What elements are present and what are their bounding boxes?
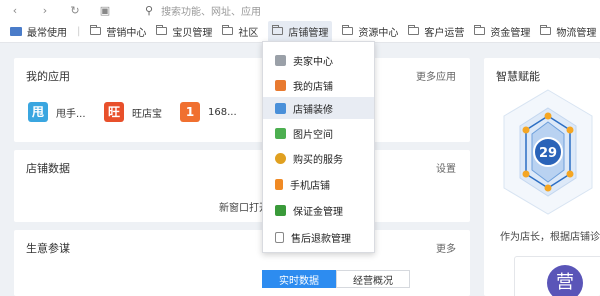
shop-score-radar: 29 [503,89,593,215]
folder-icon [342,25,354,35]
folder-icon [408,25,420,35]
menu-item-my-shop[interactable]: 我的店铺 [263,74,374,96]
business-more-link[interactable]: 更多 [436,240,456,255]
shop-data-title: 店铺数据 [26,162,70,175]
search-placeholder: 搜索功能、网址、应用 [161,6,262,18]
menu-item-seller-center[interactable]: 卖家中心 [263,49,374,71]
bookmark-logistics-management[interactable]: 物流管理 [540,24,596,39]
app-label: 168... [208,106,237,118]
menu-item-image-space[interactable]: 图片空间 [263,122,374,144]
folder-icon [90,25,102,35]
bookmark-item-management[interactable]: 宝贝管理 [156,24,212,39]
radar-point [566,170,574,178]
search-icon: ⚲ [145,3,154,17]
tab-realtime-data[interactable]: 实时数据 [262,270,336,288]
more-apps-link[interactable]: 更多应用 [416,68,456,83]
shop-data-card: 店铺数据 设置 新窗口打开 [14,150,470,222]
forward-arrow-icon[interactable]: › [30,4,60,17]
refund-doc-icon [275,231,284,243]
bookmark-bar: 最常使用 | 营销中心 宝贝管理 社区 店铺管理 资源中心 客户运营 资金管理 … [0,20,600,43]
app-icon: 1 [180,102,200,122]
radar-point [522,126,530,134]
menu-item-mobile-shop[interactable]: 手机店铺 [263,173,374,195]
radar-point [566,126,574,134]
my-apps-card: 我的应用 更多应用 甩 甩手... 旺 旺店宝 1 168... [14,58,470,142]
radar-point [522,170,530,178]
bookmark-resource-center[interactable]: 资源中心 [342,24,398,39]
bookmark-community[interactable]: 社区 [222,24,258,39]
shop-score-value: 29 [539,146,557,161]
menu-item-shop-decoration[interactable]: 店铺装修 [263,97,374,119]
back-arrow-icon[interactable]: ‹ [0,4,30,17]
app-item[interactable]: 1 168... [180,102,237,122]
folder-icon [540,25,552,35]
mobile-shop-icon [275,178,283,190]
shop-data-settings-link[interactable]: 设置 [436,160,456,175]
bookmark-most-used[interactable]: 最常使用 [10,24,67,39]
bookmark-divider: | [77,25,81,37]
app-label: 旺店宝 [132,108,162,120]
top-navigation-bar: ‹ › ↻ ▣ [0,0,600,20]
folder-icon [156,25,168,35]
screenshot-icon[interactable]: ▣ [90,4,120,17]
app-icon: 旺 [104,102,124,122]
deposit-icon [275,204,286,216]
smart-empower-card: 智慧赋能 29 作为店长，根据店铺诊 [484,58,600,296]
business-advisor-title: 生意参谋 [26,242,70,255]
shop-management-dropdown: 卖家中心 我的店铺 店铺装修 图片空间 购买的服务 手机店铺 保证金管理 售后退… [262,41,375,253]
bookmark-funds-management[interactable]: 资金管理 [474,24,530,39]
toolbox-icon [10,26,22,36]
purchased-service-icon [275,152,286,164]
refresh-icon[interactable]: ↻ [60,4,90,17]
folder-icon [272,25,284,35]
menu-item-deposit-management[interactable]: 保证金管理 [263,199,374,221]
smart-description: 作为店长，根据店铺诊 [500,232,600,243]
shop-decoration-icon [275,102,286,114]
app-label: 甩手... [56,108,86,120]
seller-center-icon [275,54,286,66]
radar-point [544,112,552,120]
tab-business-overview[interactable]: 经营概况 [336,270,410,288]
avatar[interactable]: 营 [547,265,583,296]
radar-point [544,184,552,192]
menu-item-purchased-services[interactable]: 购买的服务 [263,147,374,169]
bookmark-shop-management[interactable]: 店铺管理 [268,20,333,42]
app-icon: 甩 [28,102,48,122]
my-shop-icon [275,79,286,91]
my-apps-title: 我的应用 [26,70,70,83]
app-item[interactable]: 甩 甩手... [28,102,86,122]
bookmark-marketing-center[interactable]: 营销中心 [90,24,146,39]
bookmark-customer-operation[interactable]: 客户运营 [408,24,464,39]
search-input[interactable]: ⚲ 搜索功能、网址、应用 [145,2,261,18]
image-space-icon [275,127,286,139]
menu-item-refund-management[interactable]: 售后退款管理 [263,226,374,248]
folder-icon [222,25,234,35]
app-item[interactable]: 旺 旺店宝 [104,102,162,122]
folder-icon [474,25,486,35]
